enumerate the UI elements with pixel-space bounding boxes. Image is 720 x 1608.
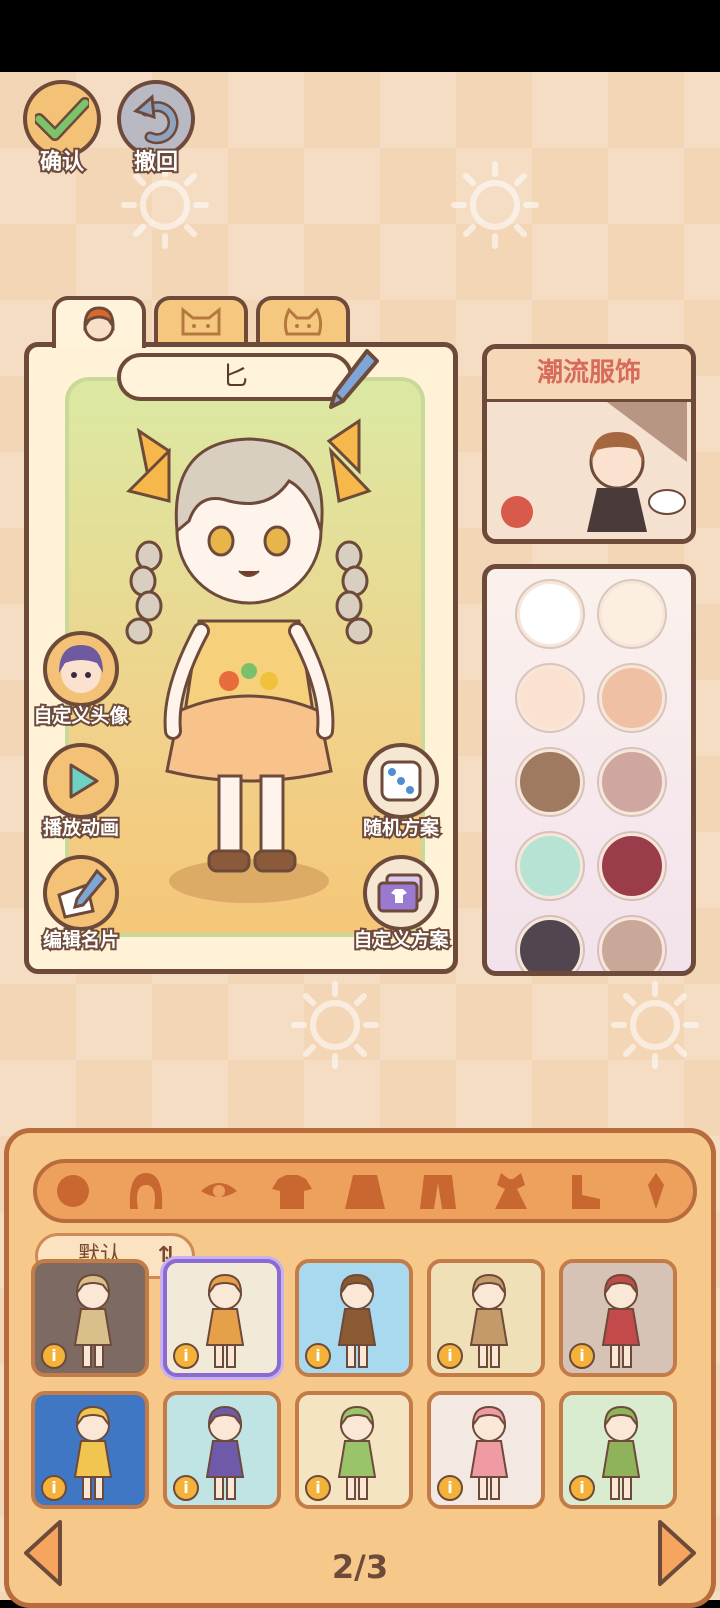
outfit-item[interactable]: i	[295, 1391, 413, 1509]
skin-color-swatch[interactable]	[517, 833, 583, 899]
outfit-thumbnail	[205, 1405, 245, 1500]
outfit-thumbnail	[205, 1273, 245, 1368]
dice-icon	[363, 743, 439, 819]
top-icon	[272, 1175, 313, 1209]
category-dress[interactable]	[482, 1166, 540, 1216]
fashion-banner[interactable]: 潮流服饰	[482, 344, 696, 544]
outfit-item[interactable]: i	[31, 1391, 149, 1509]
fashion-title: 潮流服饰	[487, 349, 691, 402]
info-icon[interactable]: i	[305, 1475, 331, 1501]
character-card: 匕 自定义头像 播放动画 编辑名片 随机方案 自定义方案	[24, 342, 458, 974]
outfit-thumbnail	[337, 1405, 377, 1500]
girl-face-icon	[83, 306, 115, 342]
wardrobe-cards-icon	[363, 855, 439, 931]
custom-scheme-label: 自定义方案	[351, 927, 450, 953]
sun-decoration-icon	[291, 981, 379, 1069]
info-icon[interactable]: i	[305, 1343, 331, 1369]
category-coat[interactable]	[409, 1166, 467, 1216]
edit-card-button[interactable]: 编辑名片	[31, 855, 131, 953]
character-name[interactable]: 匕	[117, 353, 353, 401]
outfit-thumbnail	[601, 1273, 641, 1368]
sun-decoration-icon	[611, 981, 699, 1069]
info-icon[interactable]: i	[41, 1343, 67, 1369]
skin-color-swatch[interactable]	[517, 917, 583, 971]
prev-page-arrow-icon[interactable]	[20, 1518, 64, 1588]
category-top[interactable]	[263, 1166, 321, 1216]
info-icon[interactable]: i	[437, 1475, 463, 1501]
fashion-banner-illustration	[487, 402, 691, 539]
next-page-arrow-icon[interactable]	[656, 1518, 700, 1588]
sun-decoration-icon	[451, 161, 539, 249]
cat-face-icon	[283, 307, 323, 336]
tab-pet-2[interactable]	[256, 296, 350, 344]
skirt-icon	[344, 1175, 385, 1209]
eye-icon	[201, 1183, 238, 1197]
category-face[interactable]	[44, 1166, 102, 1216]
info-icon[interactable]: i	[437, 1343, 463, 1369]
status-bar	[0, 0, 720, 72]
outfit-item[interactable]: i	[427, 1391, 545, 1509]
outfit-item[interactable]: i	[31, 1259, 149, 1377]
outfit-thumbnail	[73, 1405, 113, 1500]
edit-card-icon	[43, 855, 119, 931]
cat-face-icon	[181, 306, 221, 336]
dress-icon	[494, 1173, 527, 1209]
outfit-item[interactable]: i	[163, 1259, 281, 1377]
category-hair[interactable]	[117, 1166, 175, 1216]
play-icon	[43, 743, 119, 819]
custom-avatar-button[interactable]: 自定义头像	[31, 631, 131, 729]
skin-color-swatch[interactable]	[517, 749, 583, 815]
skin-color-swatch[interactable]	[599, 833, 665, 899]
outfit-thumbnail	[601, 1405, 641, 1500]
category-skirt[interactable]	[336, 1166, 394, 1216]
skin-color-swatch[interactable]	[517, 581, 583, 647]
undo-button[interactable]: 撤回	[114, 80, 198, 177]
category-eye[interactable]	[190, 1166, 248, 1216]
info-icon[interactable]: i	[173, 1343, 199, 1369]
avatar-icon	[43, 631, 119, 707]
category-bar	[33, 1159, 697, 1223]
custom-avatar-label: 自定义头像	[31, 703, 130, 729]
edit-card-label: 编辑名片	[41, 927, 121, 953]
random-scheme-label: 随机方案	[361, 815, 441, 841]
skin-color-palette	[482, 564, 696, 976]
page-indicator: 2/3	[331, 1548, 389, 1586]
skin-color-swatch[interactable]	[599, 665, 665, 731]
tab-character[interactable]	[52, 296, 146, 348]
outfit-thumbnail	[73, 1273, 113, 1368]
shoe-icon	[571, 1175, 600, 1209]
undo-label: 撤回	[132, 148, 180, 177]
outfit-item[interactable]: i	[427, 1259, 545, 1377]
hair-icon	[130, 1173, 163, 1209]
category-shoe[interactable]	[555, 1166, 613, 1216]
pencil-edit-icon[interactable]	[327, 347, 381, 411]
wardrobe-panel: 默认 ⇅ iiiiiiiiii	[4, 1128, 716, 1608]
custom-scheme-button[interactable]: 自定义方案	[351, 855, 451, 953]
play-animation-button[interactable]: 播放动画	[31, 743, 131, 841]
accessory-icon	[648, 1173, 665, 1209]
outfit-thumbnail	[337, 1273, 377, 1368]
skin-color-swatch[interactable]	[599, 917, 665, 971]
skin-color-swatch[interactable]	[599, 581, 665, 647]
confirm-button[interactable]: 确认	[20, 80, 104, 177]
category-accessory[interactable]	[627, 1166, 685, 1216]
skin-color-swatch[interactable]	[517, 665, 583, 731]
coat-icon	[419, 1175, 456, 1209]
face-icon	[57, 1175, 90, 1207]
info-icon[interactable]: i	[173, 1475, 199, 1501]
skin-color-swatch[interactable]	[599, 749, 665, 815]
outfit-thumbnail	[469, 1273, 509, 1368]
outfit-item[interactable]: i	[559, 1391, 677, 1509]
confirm-label: 确认	[38, 148, 86, 177]
outfit-thumbnail	[469, 1405, 509, 1500]
outfit-item[interactable]: i	[163, 1391, 281, 1509]
info-icon[interactable]: i	[569, 1343, 595, 1369]
play-animation-label: 播放动画	[41, 815, 121, 841]
random-scheme-button[interactable]: 随机方案	[351, 743, 451, 841]
outfit-item[interactable]: i	[559, 1259, 677, 1377]
tab-pet-1[interactable]	[154, 296, 248, 344]
info-icon[interactable]: i	[569, 1475, 595, 1501]
outfit-item[interactable]: i	[295, 1259, 413, 1377]
info-icon[interactable]: i	[41, 1475, 67, 1501]
